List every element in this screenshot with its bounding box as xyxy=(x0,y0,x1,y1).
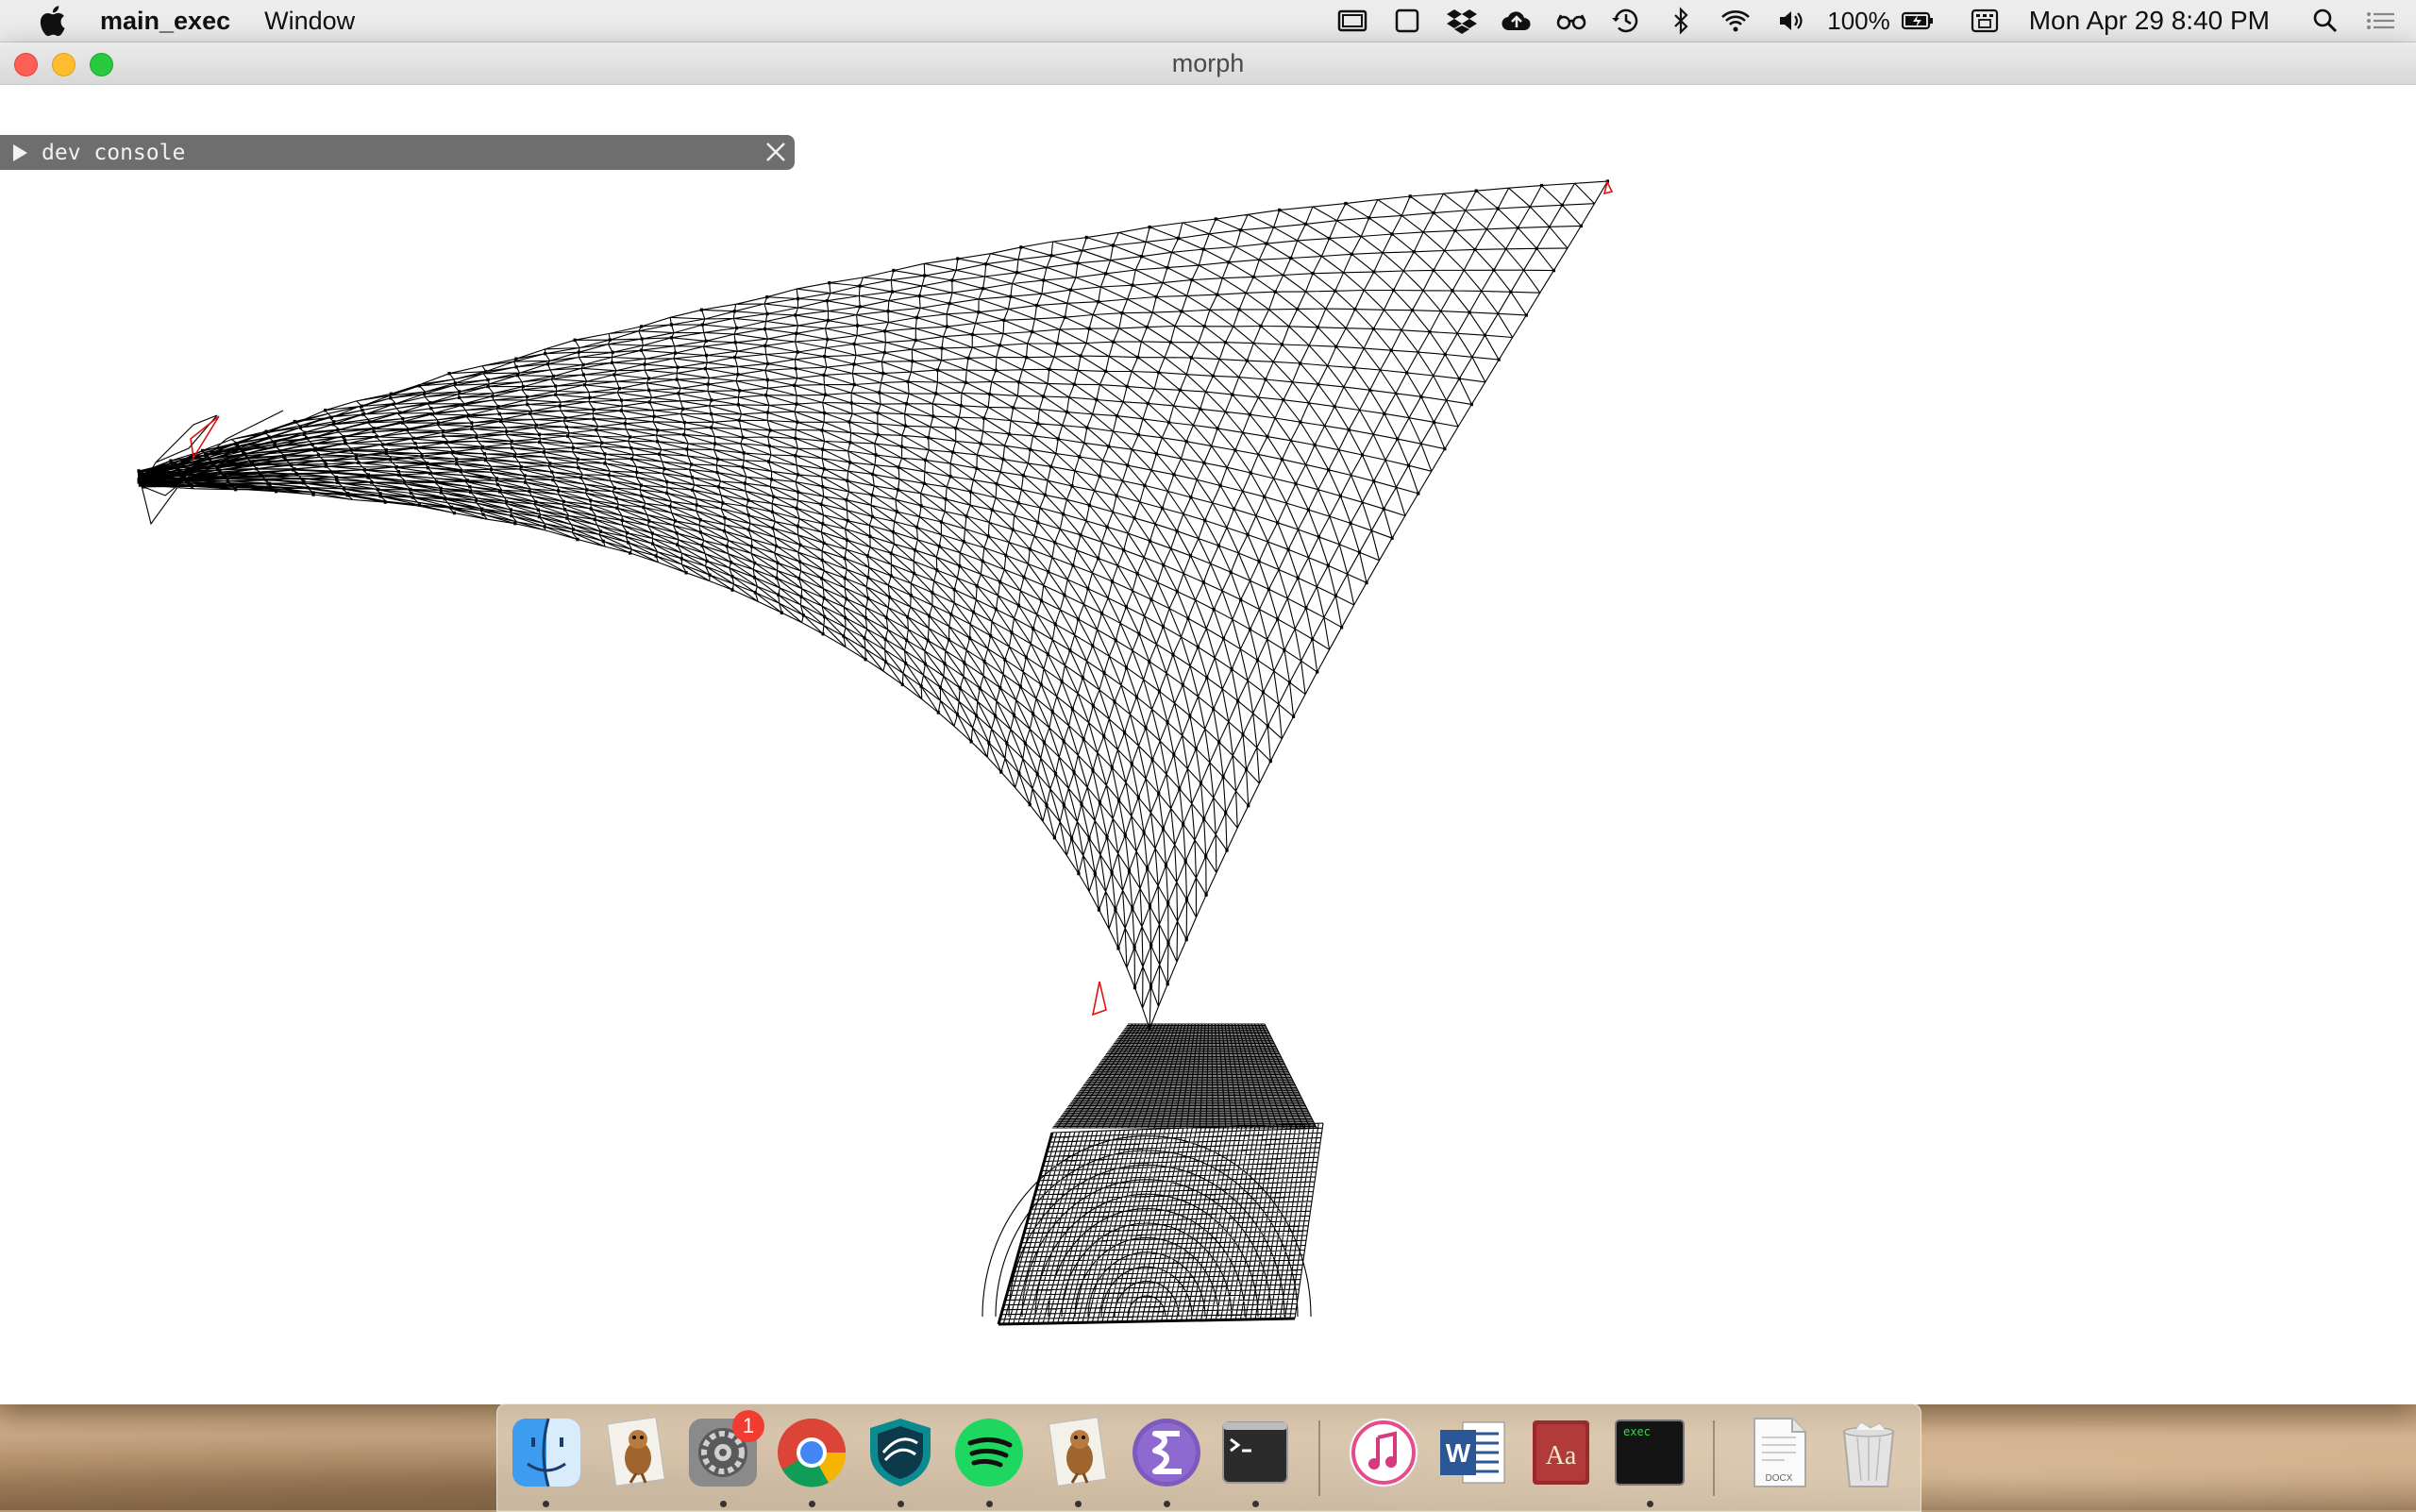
trash-icon[interactable] xyxy=(1831,1415,1906,1490)
running-indicator xyxy=(1075,1501,1082,1507)
display-icon[interactable] xyxy=(1334,7,1371,35)
running-indicator xyxy=(1647,1501,1653,1507)
cloud-upload-icon[interactable] xyxy=(1498,7,1535,35)
morph-mesh xyxy=(137,179,1614,1326)
status-area: 100% Mon Apr 29 8:40 PM xyxy=(1325,6,2416,36)
running-indicator xyxy=(809,1501,815,1507)
app-menu[interactable]: main_exec xyxy=(100,7,230,36)
apple-icon[interactable] xyxy=(38,5,66,37)
exec-icon[interactable]: exec xyxy=(1612,1415,1687,1490)
chrome-icon[interactable] xyxy=(774,1415,849,1490)
close-icon[interactable] xyxy=(764,141,787,163)
glasses-icon[interactable] xyxy=(1552,7,1590,35)
render-canvas[interactable]: dev console xyxy=(0,85,2416,1404)
running-indicator xyxy=(543,1501,549,1507)
exec-icon-label: exec xyxy=(1623,1425,1651,1438)
notification-center-icon[interactable] xyxy=(2361,7,2399,35)
dropbox-icon[interactable] xyxy=(1443,7,1481,35)
dock-separator xyxy=(1318,1420,1320,1496)
battery-percentage[interactable]: 100% xyxy=(1827,7,1890,36)
finder-icon[interactable] xyxy=(509,1415,584,1490)
emacs-icon[interactable] xyxy=(1129,1415,1204,1490)
spotify-icon[interactable] xyxy=(951,1415,1027,1490)
keyboard-viewer-icon[interactable] xyxy=(1966,7,2004,35)
running-indicator xyxy=(720,1501,727,1507)
spotlight-icon[interactable] xyxy=(2307,7,2344,35)
dev-console-bar[interactable]: dev console xyxy=(0,135,795,170)
svg-text:Aa: Aa xyxy=(1546,1441,1577,1470)
window-title: morph xyxy=(1171,49,1245,77)
bluetooth-icon[interactable] xyxy=(1662,7,1700,35)
battery-icon[interactable] xyxy=(1899,7,1937,35)
window-icon[interactable] xyxy=(1388,7,1426,35)
svg-text:W: W xyxy=(1446,1438,1471,1468)
running-indicator xyxy=(898,1501,904,1507)
running-indicator xyxy=(1164,1501,1170,1507)
docx-document-icon[interactable]: DOCX xyxy=(1741,1415,1817,1490)
mesh-edges xyxy=(138,180,1608,1325)
wifi-icon[interactable] xyxy=(1717,7,1754,35)
docx-label: DOCX xyxy=(1766,1473,1793,1484)
terminal-icon[interactable] xyxy=(1217,1415,1293,1490)
menu-bar: main_exec Window 100% Mon Apr 29 8:40 PM xyxy=(0,0,2416,42)
notification-badge: 1 xyxy=(732,1410,764,1442)
itunes-icon[interactable] xyxy=(1346,1415,1421,1490)
word-icon[interactable]: W xyxy=(1434,1415,1510,1490)
menu-window[interactable]: Window xyxy=(264,7,355,36)
preview-beaver-2-icon[interactable] xyxy=(1040,1415,1116,1490)
dev-console-label: dev console xyxy=(42,140,186,165)
dashlane-icon[interactable] xyxy=(863,1415,938,1490)
dock-separator-2 xyxy=(1713,1420,1715,1496)
dictionary-icon[interactable]: Aa xyxy=(1523,1415,1599,1490)
play-triangle-icon[interactable] xyxy=(11,143,28,162)
time-machine-icon[interactable] xyxy=(1607,7,1645,35)
menu-clock[interactable]: Mon Apr 29 8:40 PM xyxy=(2029,6,2270,36)
running-indicator xyxy=(986,1501,993,1507)
volume-icon[interactable] xyxy=(1771,7,1809,35)
window-titlebar[interactable]: morph xyxy=(0,42,2416,85)
running-indicator xyxy=(1252,1501,1259,1507)
preview-beaver-icon[interactable] xyxy=(598,1415,674,1490)
morph-window: morph dev console xyxy=(0,42,2416,1404)
